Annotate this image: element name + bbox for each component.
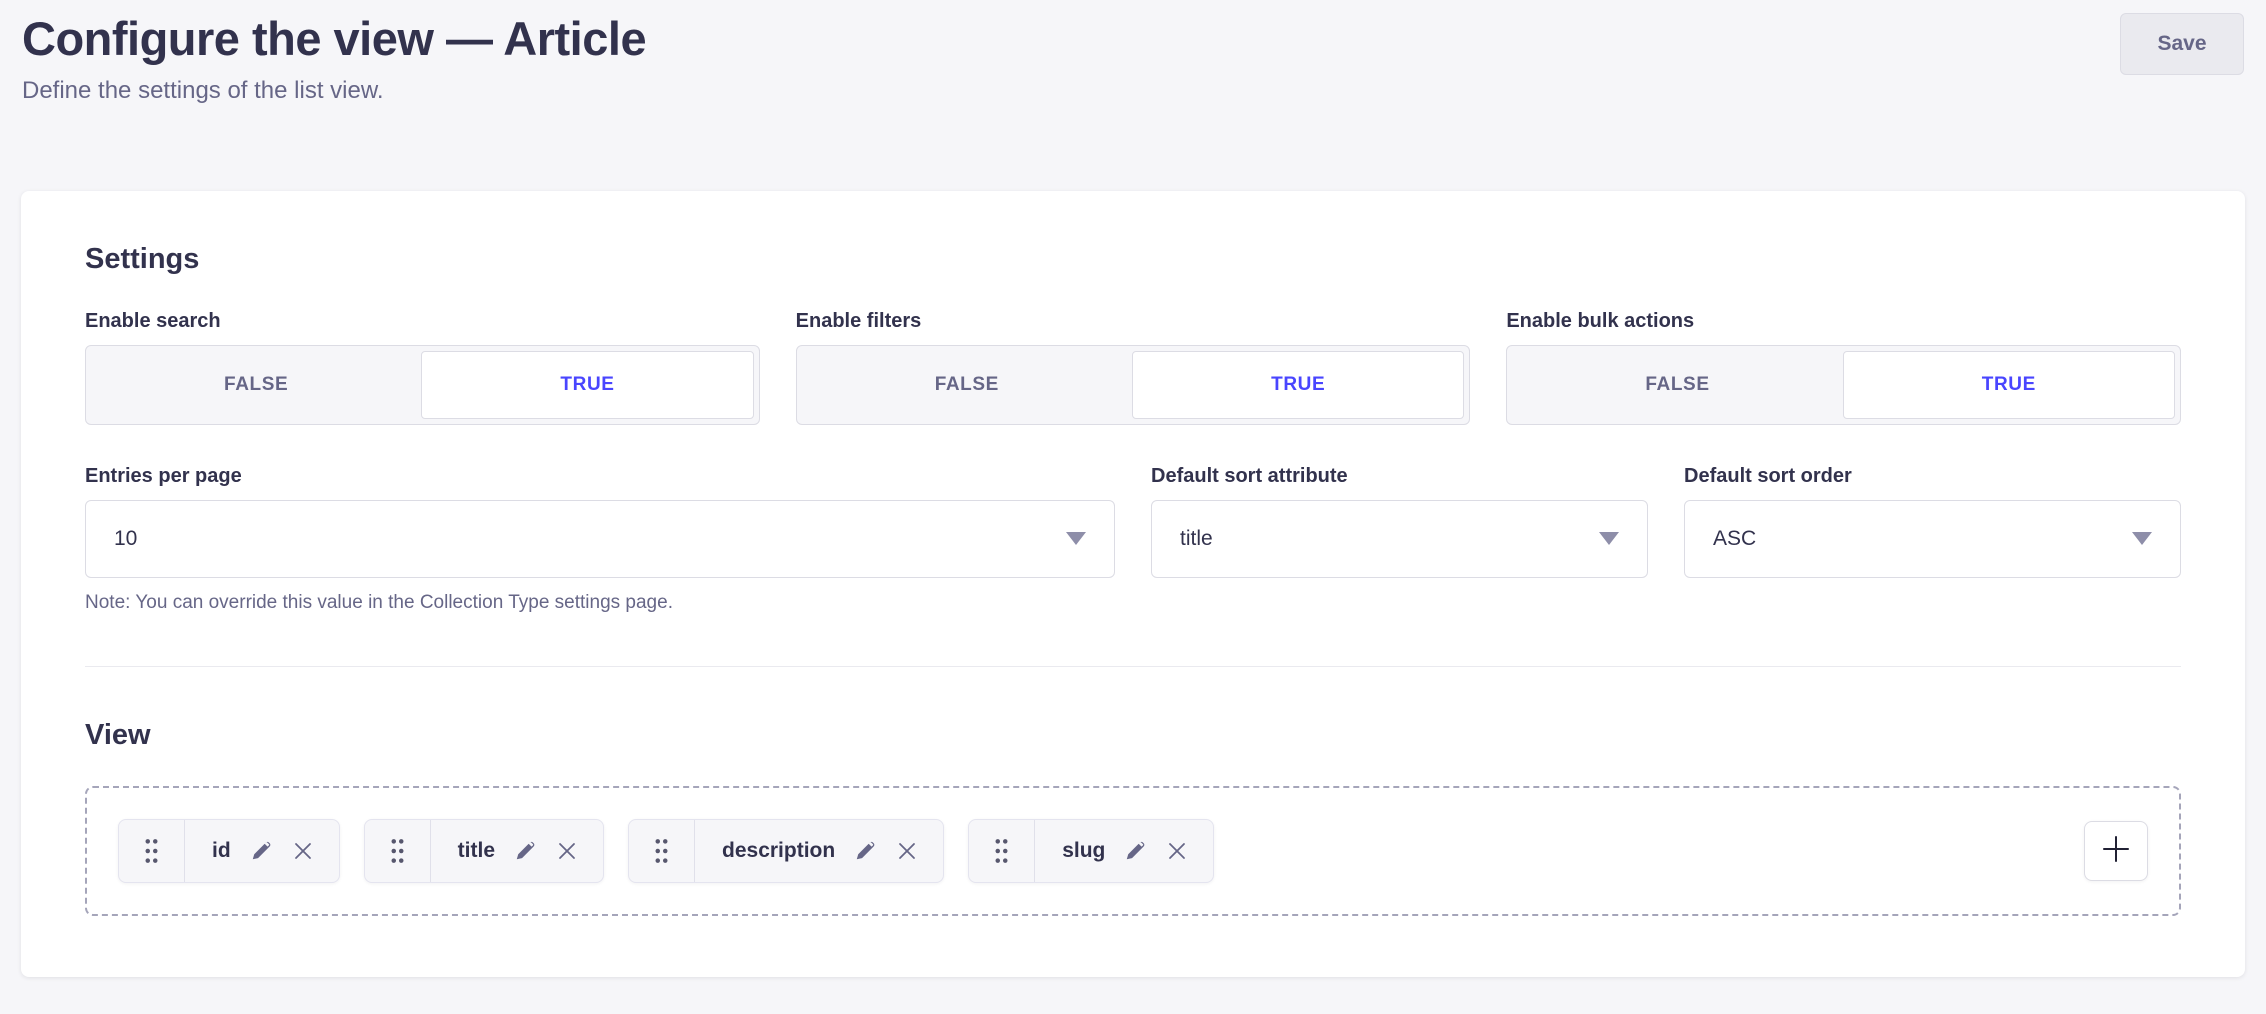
enable-filters-true-option[interactable]: TRUE	[1132, 351, 1464, 419]
drag-handle-icon[interactable]	[969, 820, 1035, 882]
enable-filters-toggle: FALSE TRUE	[796, 345, 1471, 425]
drag-handle-icon[interactable]	[629, 820, 695, 882]
field-enable-search: Enable search FALSE TRUE	[85, 310, 760, 425]
settings-grid: Enable search FALSE TRUE Enable filters …	[85, 310, 2181, 614]
chip-body: title	[431, 839, 603, 863]
entries-per-page-select[interactable]: 10	[85, 500, 1115, 578]
view-field-chip-description[interactable]: description	[628, 819, 944, 883]
view-fields-dropzone: id title	[85, 786, 2181, 916]
drag-handle-icon[interactable]	[119, 820, 185, 882]
default-sort-attribute-label: Default sort attribute	[1151, 465, 1648, 488]
edit-pencil-icon[interactable]	[1124, 839, 1147, 862]
default-sort-attribute-select[interactable]: title	[1151, 500, 1648, 578]
section-divider	[85, 666, 2181, 667]
chip-field-name: description	[722, 839, 835, 863]
edit-pencil-icon[interactable]	[250, 839, 273, 862]
enable-search-toggle: FALSE TRUE	[85, 345, 760, 425]
enable-filters-label: Enable filters	[796, 310, 1471, 333]
remove-x-icon[interactable]	[292, 840, 314, 862]
caret-down-icon	[1066, 532, 1086, 545]
plus-icon	[2101, 834, 2131, 867]
view-field-chip-slug[interactable]: slug	[968, 819, 1214, 883]
view-section-heading: View	[85, 719, 2181, 752]
entries-per-page-value: 10	[114, 527, 137, 551]
field-default-sort-attribute: Default sort attribute title	[1151, 465, 1648, 614]
enable-bulk-actions-toggle: FALSE TRUE	[1506, 345, 2181, 425]
remove-x-icon[interactable]	[1166, 840, 1188, 862]
default-sort-order-label: Default sort order	[1684, 465, 2181, 488]
caret-down-icon	[2132, 532, 2152, 545]
page-title: Configure the view — Article	[22, 10, 2244, 69]
chip-field-name: id	[212, 839, 231, 863]
enable-bulk-actions-true-option[interactable]: TRUE	[1843, 351, 2175, 419]
caret-down-icon	[1599, 532, 1619, 545]
entries-per-page-note: Note: You can override this value in the…	[85, 592, 1115, 614]
field-enable-bulk-actions: Enable bulk actions FALSE TRUE	[1506, 310, 2181, 425]
configure-view-page: Configure the view — Article Define the …	[0, 0, 2266, 1014]
default-sort-order-select[interactable]: ASC	[1684, 500, 2181, 578]
enable-filters-false-option[interactable]: FALSE	[802, 351, 1132, 419]
settings-card: Settings Enable search FALSE TRUE Enable…	[21, 191, 2245, 977]
edit-pencil-icon[interactable]	[854, 839, 877, 862]
chip-body: id	[185, 839, 339, 863]
field-enable-filters: Enable filters FALSE TRUE	[796, 310, 1471, 425]
enable-bulk-actions-false-option[interactable]: FALSE	[1512, 351, 1842, 419]
drag-handle-icon[interactable]	[365, 820, 431, 882]
page-subtitle: Define the settings of the list view.	[22, 77, 2244, 105]
chip-body: description	[695, 839, 943, 863]
view-field-chip-title[interactable]: title	[364, 819, 604, 883]
enable-bulk-actions-label: Enable bulk actions	[1506, 310, 2181, 333]
enable-search-true-option[interactable]: TRUE	[421, 351, 753, 419]
entries-per-page-label: Entries per page	[85, 465, 1115, 488]
chip-field-name: slug	[1062, 839, 1105, 863]
page-header: Configure the view — Article Define the …	[0, 0, 2266, 105]
chip-field-name: title	[458, 839, 495, 863]
remove-x-icon[interactable]	[896, 840, 918, 862]
field-entries-per-page: Entries per page 10 Note: You can overri…	[85, 465, 1115, 614]
default-sort-order-value: ASC	[1713, 527, 1756, 551]
edit-pencil-icon[interactable]	[514, 839, 537, 862]
enable-search-label: Enable search	[85, 310, 760, 333]
save-button[interactable]: Save	[2120, 13, 2244, 75]
remove-x-icon[interactable]	[556, 840, 578, 862]
settings-section-heading: Settings	[85, 243, 2181, 276]
field-default-sort-order: Default sort order ASC	[1684, 465, 2181, 614]
default-sort-attribute-value: title	[1180, 527, 1213, 551]
add-field-button[interactable]	[2084, 821, 2148, 881]
enable-search-false-option[interactable]: FALSE	[91, 351, 421, 419]
chip-body: slug	[1035, 839, 1213, 863]
view-field-chip-id[interactable]: id	[118, 819, 340, 883]
